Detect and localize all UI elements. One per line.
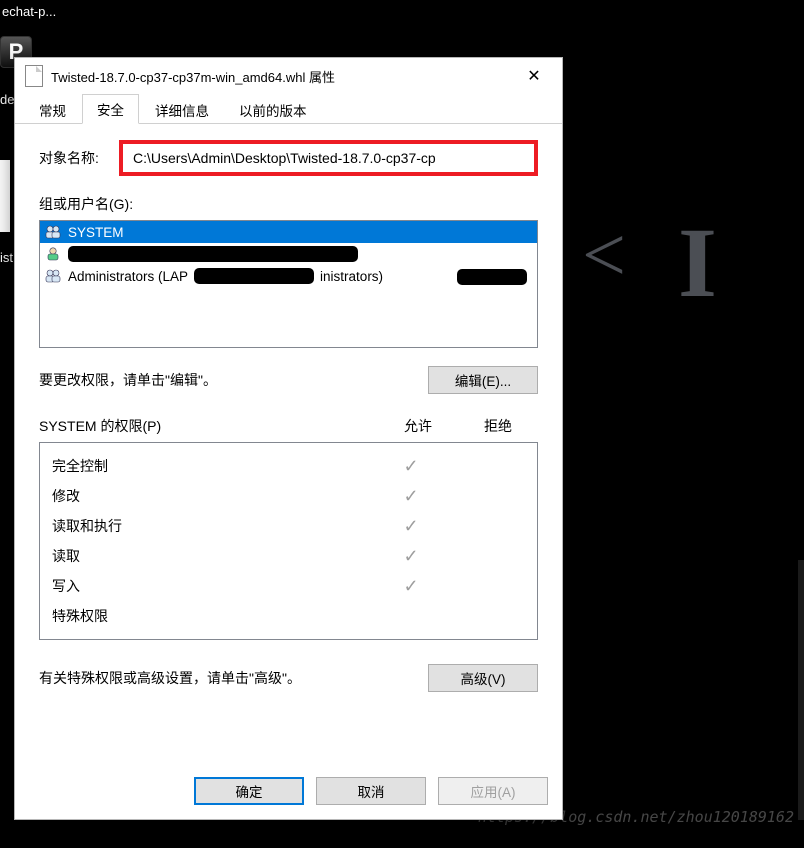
perm-row-full-control: 完全控制 ✓ bbox=[46, 451, 531, 481]
edit-button[interactable]: 编辑(E)... bbox=[428, 366, 538, 394]
perm-row-write: 写入 ✓ bbox=[46, 571, 531, 601]
titlebar[interactable]: Twisted-18.7.0-cp37-cp37m-win_amd64.whl … bbox=[15, 58, 562, 94]
desktop-icon-label-wechat[interactable]: echat-p... bbox=[0, 4, 80, 19]
perm-name: 特殊权限 bbox=[46, 606, 371, 626]
tab-general[interactable]: 常规 bbox=[25, 96, 80, 124]
dialog-title: Twisted-18.7.0-cp37-cp37m-win_amd64.whl … bbox=[51, 67, 512, 86]
perm-row-modify: 修改 ✓ bbox=[46, 481, 531, 511]
background-glyph-i: I bbox=[678, 205, 717, 320]
user-row-redacted[interactable] bbox=[40, 243, 537, 265]
security-panel: 对象名称: C:\Users\Admin\Desktop\Twisted-18.… bbox=[15, 124, 562, 763]
ok-button[interactable]: 确定 bbox=[194, 777, 304, 805]
perm-name: 写入 bbox=[46, 576, 371, 596]
edit-hint: 要更改权限，请单击"编辑"。 bbox=[39, 370, 217, 390]
check-icon: ✓ bbox=[403, 516, 418, 536]
perm-row-read-execute: 读取和执行 ✓ bbox=[46, 511, 531, 541]
desktop-icon-label-ist[interactable]: ist bbox=[0, 250, 13, 265]
user-name-prefix: Administrators (LAP bbox=[68, 269, 188, 284]
deny-column-header: 拒绝 bbox=[458, 416, 538, 436]
perm-name: 修改 bbox=[46, 486, 371, 506]
user-row-system[interactable]: SYSTEM bbox=[40, 221, 537, 243]
perm-row-special: 特殊权限 bbox=[46, 601, 531, 631]
users-icon bbox=[44, 268, 62, 284]
advanced-button[interactable]: 高级(V) bbox=[428, 664, 538, 692]
close-button[interactable]: ✕ bbox=[512, 61, 556, 91]
cancel-button[interactable]: 取消 bbox=[316, 777, 426, 805]
redacted-text bbox=[457, 269, 527, 285]
tab-bar: 常规 安全 详细信息 以前的版本 bbox=[15, 94, 562, 124]
user-list[interactable]: SYSTEM Administrators (LAP inistrators) bbox=[39, 220, 538, 348]
user-name: SYSTEM bbox=[68, 225, 124, 240]
check-icon: ✓ bbox=[403, 456, 418, 476]
dialog-button-bar: 确定 取消 应用(A) bbox=[15, 763, 562, 819]
permissions-table: 完全控制 ✓ 修改 ✓ 读取和执行 ✓ 读取 ✓ 写入 ✓ bbox=[39, 442, 538, 640]
check-icon: ✓ bbox=[403, 486, 418, 506]
permissions-title: SYSTEM 的权限(P) bbox=[39, 416, 378, 436]
apply-button[interactable]: 应用(A) bbox=[438, 777, 548, 805]
redacted-text bbox=[68, 246, 358, 262]
allow-column-header: 允许 bbox=[378, 416, 458, 436]
object-name-label: 对象名称: bbox=[39, 148, 119, 168]
properties-dialog: Twisted-18.7.0-cp37-cp37m-win_amd64.whl … bbox=[14, 57, 563, 820]
perm-row-read: 读取 ✓ bbox=[46, 541, 531, 571]
advanced-hint: 有关特殊权限或高级设置，请单击"高级"。 bbox=[39, 668, 301, 688]
tab-previous-versions[interactable]: 以前的版本 bbox=[225, 96, 321, 124]
users-icon bbox=[44, 224, 62, 240]
redacted-text bbox=[194, 268, 314, 284]
check-icon: ✓ bbox=[403, 546, 418, 566]
user-row-administrators[interactable]: Administrators (LAP inistrators) bbox=[40, 265, 537, 287]
perm-name: 完全控制 bbox=[46, 456, 371, 476]
perm-name: 读取和执行 bbox=[46, 516, 371, 536]
object-path-value: C:\Users\Admin\Desktop\Twisted-18.7.0-cp… bbox=[119, 140, 538, 176]
close-icon: ✕ bbox=[527, 66, 540, 86]
background-bar bbox=[798, 560, 804, 820]
background-glyph-lt: < bbox=[582, 210, 622, 300]
user-icon bbox=[44, 246, 62, 262]
perm-name: 读取 bbox=[46, 546, 371, 566]
tab-details[interactable]: 详细信息 bbox=[141, 96, 223, 124]
file-icon bbox=[25, 65, 43, 87]
tab-security[interactable]: 安全 bbox=[82, 94, 139, 124]
desktop-icon-partial[interactable] bbox=[0, 160, 10, 232]
check-icon: ✓ bbox=[403, 576, 418, 596]
group-users-label: 组或用户名(G): bbox=[39, 194, 538, 214]
user-name-suffix: inistrators) bbox=[320, 269, 383, 284]
